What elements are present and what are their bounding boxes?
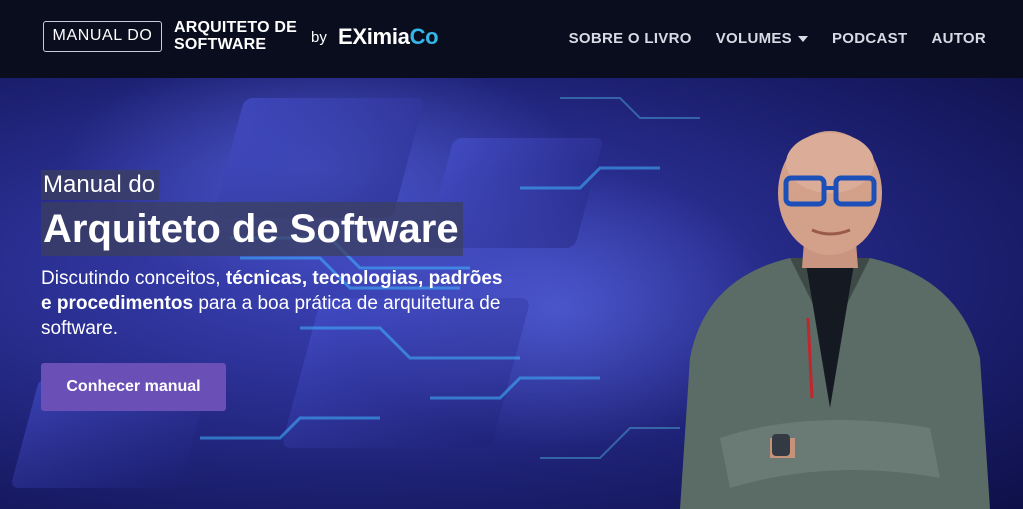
nav-sobre-o-livro-label: SOBRE O LIVRO — [568, 30, 692, 47]
brand-title-line1: ARQUITETO DE — [174, 19, 298, 36]
author-portrait-image — [680, 131, 990, 509]
nav-podcast-label: PODCAST — [832, 30, 908, 47]
nav-volumes[interactable]: VOLUMES — [716, 30, 808, 47]
main-nav: SOBRE O LIVRO VOLUMES PODCAST AUTOR — [569, 30, 986, 47]
hero-subtitle-part1: Discutindo conceitos, — [41, 268, 226, 289]
hero-section: Manual do Arquiteto de Software Discutin… — [0, 78, 1023, 509]
nav-sobre-o-livro[interactable]: SOBRE O LIVRO — [569, 30, 692, 47]
eximia-logo-main: EXimia — [338, 24, 410, 49]
brand-logo-box[interactable]: MANUAL DO — [43, 21, 162, 52]
eximia-logo-co: Co — [409, 24, 439, 49]
hero-subtitle: Discutindo conceitos, técnicas, tecnolog… — [41, 266, 511, 341]
caret-down-icon — [798, 35, 808, 42]
conhecer-manual-button[interactable]: Conhecer manual — [41, 363, 226, 411]
eximia-logo[interactable]: EXimiaCo — [338, 24, 439, 50]
hero-headline: Arquiteto de Software — [41, 202, 463, 256]
hero-content: Manual do Arquiteto de Software Discutin… — [41, 170, 561, 411]
brand-logo-title[interactable]: ARQUITETO DE SOFTWARE — [174, 19, 304, 53]
nav-autor[interactable]: AUTOR — [931, 30, 986, 47]
hero-eyebrow: Manual do — [41, 170, 160, 200]
nav-volumes-label: VOLUMES — [715, 30, 792, 47]
site-header: MANUAL DO ARQUITETO DE SOFTWARE by EXimi… — [0, 0, 1023, 78]
nav-podcast[interactable]: PODCAST — [832, 30, 907, 47]
brand-title-line2: SOFTWARE — [174, 36, 267, 53]
brand-by-label: by — [311, 29, 327, 46]
nav-autor-label: AUTOR — [931, 30, 986, 47]
